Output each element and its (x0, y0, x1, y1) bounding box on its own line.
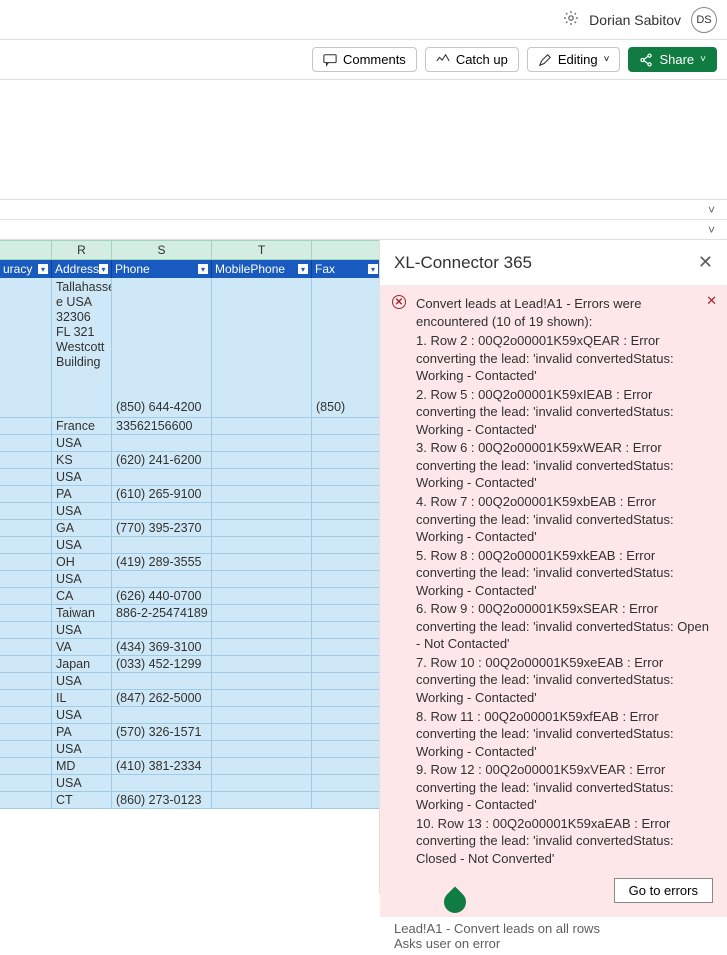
error-item: 7. Row 10 : 00Q2o00001K59xeEAB : Error c… (416, 654, 713, 707)
collapse-chevron-1[interactable]: ˅ (0, 200, 727, 220)
table-row[interactable]: USA (0, 435, 379, 452)
error-item: 5. Row 8 : 00Q2o00001K59xkEAB : Error co… (416, 547, 713, 600)
table-row[interactable]: USA (0, 469, 379, 486)
table-row[interactable]: USA (0, 673, 379, 690)
error-item: 8. Row 11 : 00Q2o00001K59xfEAB : Error c… (416, 708, 713, 761)
filter-dropdown-icon[interactable]: ▾ (368, 264, 378, 274)
error-item: 3. Row 6 : 00Q2o00001K59xWEAR : Error co… (416, 439, 713, 492)
xl-connector-panel: XL-Connector 365 ✕ ✕ ✕ Convert leads at … (380, 240, 727, 894)
filter-header-row[interactable]: uracy▾ Address▾ Phone▾ MobilePhone▾ Fax▾ (0, 260, 379, 278)
table-row[interactable]: USA (0, 503, 379, 520)
table-row[interactable]: GA(770) 395-2370 (0, 520, 379, 537)
table-row[interactable]: Taiwan886-2-25474189 (0, 605, 379, 622)
comments-button[interactable]: Comments (312, 47, 417, 72)
table-row[interactable]: OH(419) 289-3555 (0, 554, 379, 571)
close-icon[interactable]: ✕ (698, 252, 713, 273)
error-item: 2. Row 5 : 00Q2o00001K59xIEAB : Error co… (416, 386, 713, 439)
table-row[interactable]: VA(434) 369-3100 (0, 639, 379, 656)
comments-label: Comments (343, 52, 406, 67)
table-row[interactable]: France33562156600 (0, 418, 379, 435)
table-row[interactable]: PA(570) 326-1571 (0, 724, 379, 741)
chevron-down-icon: ˅ (700, 54, 706, 65)
table-row[interactable]: USA (0, 571, 379, 588)
formula-bar-area (0, 80, 727, 200)
table-row[interactable]: KS(620) 241-6200 (0, 452, 379, 469)
filter-dropdown-icon[interactable]: ▾ (38, 264, 48, 274)
error-icon: ✕ (392, 295, 406, 309)
catch-up-label: Catch up (456, 52, 508, 67)
dismiss-error-icon[interactable]: ✕ (706, 293, 717, 309)
settings-gear-icon[interactable] (563, 10, 579, 29)
table-row[interactable]: USA (0, 775, 379, 792)
chevron-down-icon: ˅ (604, 54, 610, 65)
error-item: 10. Row 13 : 00Q2o00001K59xaEAB : Error … (416, 815, 713, 868)
error-header: Convert leads at Lead!A1 - Errors were e… (416, 295, 713, 330)
table-row[interactable]: PA(610) 265-9100 (0, 486, 379, 503)
error-item: 1. Row 2 : 00Q2o00001K59xQEAR : Error co… (416, 332, 713, 385)
table-row[interactable]: USA (0, 622, 379, 639)
error-item: 6. Row 9 : 00Q2o00001K59xSEAR : Error co… (416, 600, 713, 653)
error-message-box: ✕ ✕ Convert leads at Lead!A1 - Errors we… (380, 285, 727, 917)
table-row[interactable]: USA (0, 537, 379, 554)
table-row[interactable]: USA (0, 707, 379, 724)
panel-title: XL-Connector 365 (394, 253, 532, 273)
share-button[interactable]: Share ˅ (628, 47, 717, 72)
editing-label: Editing (558, 52, 598, 67)
table-row[interactable]: CT(860) 273-0123 (0, 792, 379, 809)
table-row[interactable]: CA(626) 440-0700 (0, 588, 379, 605)
error-item: 9. Row 12 : 00Q2o00001K59xVEAR : Error c… (416, 761, 713, 814)
filter-dropdown-icon[interactable]: ▾ (99, 264, 108, 274)
error-item: 4. Row 7 : 00Q2o00001K59xbEAB : Error co… (416, 493, 713, 546)
spreadsheet[interactable]: R S T uracy▾ Address▾ Phone▾ MobilePhone… (0, 240, 380, 894)
column-letter-row: R S T (0, 240, 379, 260)
table-row[interactable]: Tallahasse e USA 32306 FL 321 Westcott B… (0, 278, 379, 418)
username-label: Dorian Sabitov (589, 12, 681, 28)
share-label: Share (659, 52, 694, 67)
collapse-chevron-2[interactable]: ˅ (0, 220, 727, 240)
avatar[interactable]: DS (691, 7, 717, 33)
catch-up-button[interactable]: Catch up (425, 47, 519, 72)
filter-dropdown-icon[interactable]: ▾ (298, 264, 308, 274)
table-row[interactable]: Japan(033) 452-1299 (0, 656, 379, 673)
panel-footer-info: Lead!A1 - Convert leads on all rows Asks… (380, 917, 727, 955)
go-to-errors-button[interactable]: Go to errors (614, 878, 713, 903)
table-row[interactable]: MD(410) 381-2334 (0, 758, 379, 775)
editing-button[interactable]: Editing ˅ (527, 47, 621, 72)
table-row[interactable]: IL(847) 262-5000 (0, 690, 379, 707)
table-row[interactable]: USA (0, 741, 379, 758)
filter-dropdown-icon[interactable]: ▾ (198, 264, 208, 274)
